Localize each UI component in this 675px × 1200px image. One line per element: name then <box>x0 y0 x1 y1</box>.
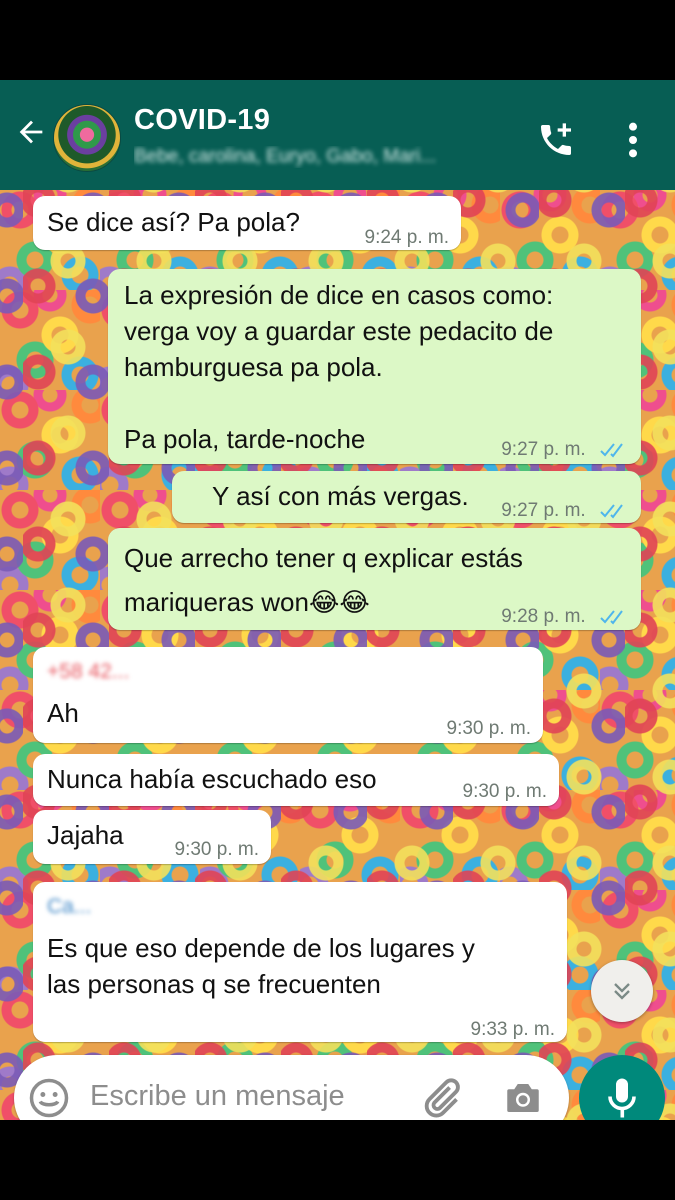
message-time: 9:27 p. m. <box>501 432 629 468</box>
message-input[interactable]: Escribe un mensaje <box>90 1080 345 1113</box>
message-time: 9:27 p. m. <box>501 493 629 529</box>
message-text: Que arrecho tener q explicar estás mariq… <box>124 543 523 617</box>
sender-name-text: Ca... <box>47 895 92 918</box>
message-bubble[interactable]: Ca... Es que eso depende de los lugares … <box>33 882 567 1042</box>
mic-icon <box>608 1078 636 1118</box>
message-bubble[interactable]: Nunca había escuchado eso 9:30 p. m. <box>33 754 559 806</box>
message-time-text: 9:27 p. m. <box>501 439 586 460</box>
message-time: 9:30 p. m. <box>174 839 260 860</box>
message-bubble[interactable]: +58 42... Ah 9:30 p. m. <box>33 647 543 743</box>
sender-name-text: +58 42... <box>47 660 130 683</box>
message-time-text: 9:27 p. m. <box>501 500 586 521</box>
message-bubble[interactable]: La expresión de dice en casos como: verg… <box>108 269 641 464</box>
message-text: Y así con más vergas. <box>212 481 469 511</box>
message-text: Es que eso depende de los lugares y las … <box>47 933 475 999</box>
message-text: La expresión de dice en casos como: verg… <box>124 280 554 454</box>
message-time: 9:33 p. m. <box>470 1019 556 1040</box>
participants-text: Bebe, carolina, Euryo, Gabo, Mari... <box>134 146 437 167</box>
message-bubble[interactable]: Jajaha 9:30 p. m. <box>33 810 271 864</box>
message-bubble[interactable]: Se dice así? Pa pola? 9:24 p. m. <box>33 196 461 250</box>
message-time: 9:30 p. m. <box>446 718 532 739</box>
chat-participants[interactable]: Bebe, carolina, Euryo, Gabo, Mari... <box>134 146 514 168</box>
add-call-icon[interactable] <box>536 120 576 160</box>
camera-icon[interactable] <box>502 1077 544 1119</box>
double-tick-icon <box>600 610 623 625</box>
scroll-down-icon <box>614 983 630 1000</box>
attach-icon[interactable] <box>418 1075 464 1120</box>
sender-name[interactable]: Ca... <box>47 894 91 920</box>
message-bubble[interactable]: Y así con más vergas. 9:27 p. m. <box>172 471 641 523</box>
message-text: Nunca había escuchado eso <box>47 764 377 794</box>
chat-screen: COVID-19 Bebe, carolina, Euryo, Gabo, Ma… <box>0 80 675 1120</box>
sender-name[interactable]: +58 42... <box>47 659 129 685</box>
message-time: 9:30 p. m. <box>462 781 548 802</box>
message-text: Jajaha <box>47 820 124 850</box>
more-options-icon[interactable] <box>620 120 646 160</box>
double-tick-icon <box>600 443 623 458</box>
message-bubble[interactable]: Que arrecho tener q explicar estás mariq… <box>108 528 641 630</box>
message-composer[interactable]: Escribe un mensaje <box>14 1055 569 1120</box>
message-time: 9:24 p. m. <box>364 227 450 248</box>
message-text: Ah <box>47 698 79 728</box>
message-time: 9:28 p. m. <box>501 599 629 635</box>
chat-title[interactable]: COVID-19 <box>134 104 270 137</box>
message-time-text: 9:28 p. m. <box>501 606 586 627</box>
emoji-icon[interactable] <box>28 1077 70 1119</box>
chat-header: COVID-19 Bebe, carolina, Euryo, Gabo, Ma… <box>0 80 675 190</box>
scroll-down-button[interactable] <box>591 960 653 1022</box>
message-text: Se dice así? Pa pola? <box>47 207 300 237</box>
back-arrow-icon[interactable] <box>14 115 48 149</box>
group-avatar[interactable] <box>53 104 121 172</box>
double-tick-icon <box>600 504 623 519</box>
